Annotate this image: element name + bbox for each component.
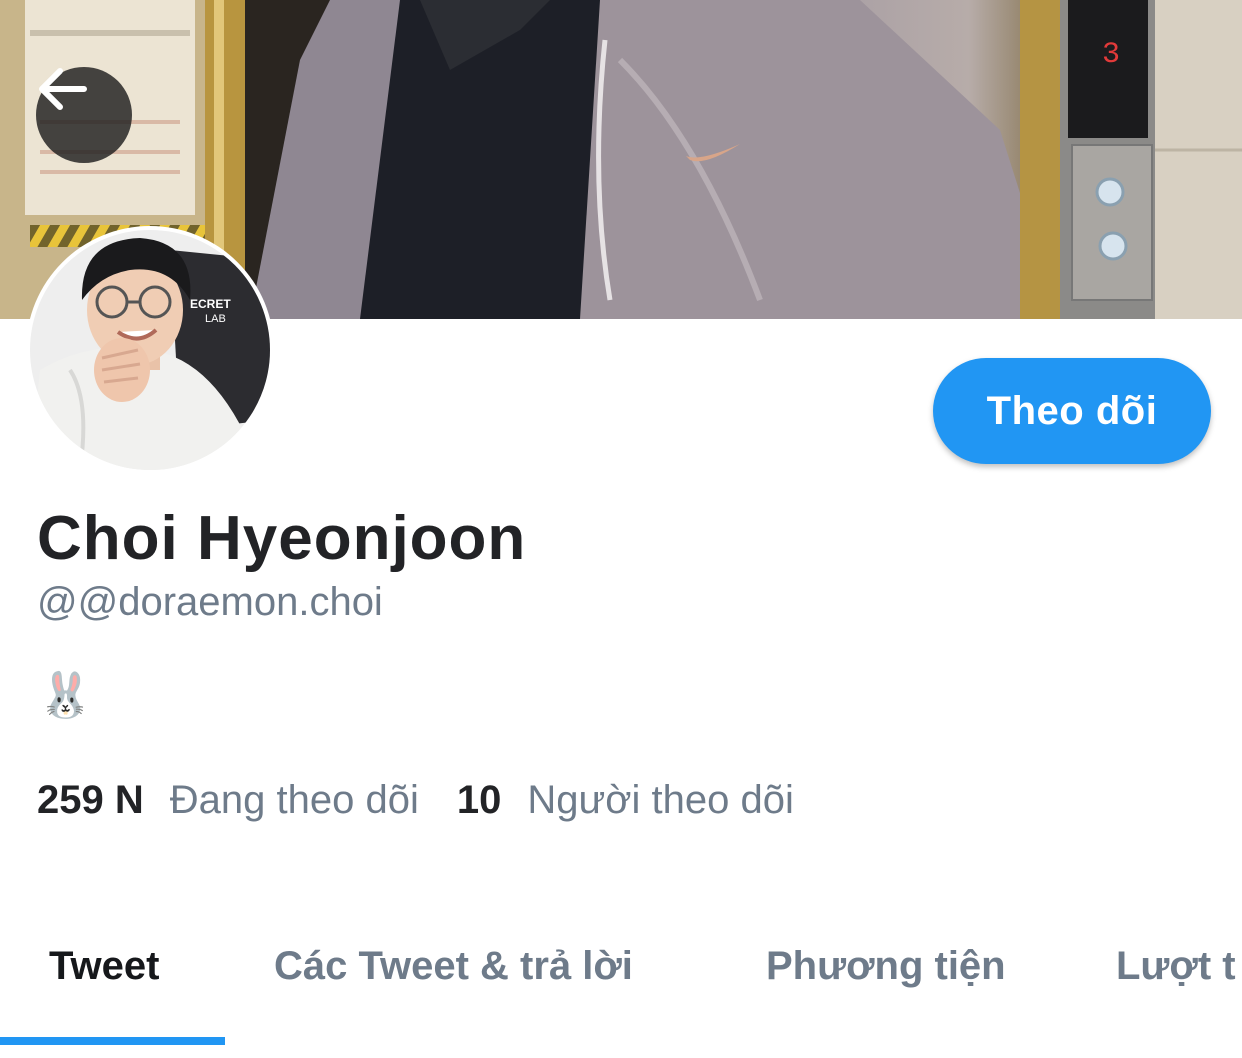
display-name: Choi Hyeonjoon	[37, 504, 527, 573]
follow-button[interactable]: Theo dõi	[933, 358, 1211, 464]
followers-label[interactable]: Người theo dõi	[527, 778, 793, 823]
tab-tweets[interactable]: Tweet	[49, 944, 159, 989]
arrow-left-icon	[39, 68, 87, 110]
profile-page: 3 ECRET LAB Theo dõi Choi Hyeonjoon @@do…	[0, 0, 1242, 1058]
bio-rabbit-emoji: 🐰	[38, 671, 93, 720]
tab-tweets-and-replies[interactable]: Các Tweet & trả lời	[274, 944, 633, 989]
following-count[interactable]: 259 N	[37, 778, 144, 823]
followers-count[interactable]: 10	[457, 778, 502, 823]
avatar-photo: ECRET LAB	[30, 230, 270, 470]
username-handle: @@doraemon.choi	[37, 580, 383, 624]
svg-text:LAB: LAB	[205, 313, 226, 325]
active-tab-indicator	[0, 1037, 225, 1045]
svg-text:ECRET: ECRET	[190, 297, 231, 311]
elevator-floor-display: 3	[1102, 38, 1120, 72]
following-label[interactable]: Đang theo dõi	[170, 778, 419, 823]
tab-likes[interactable]: Lượt t	[1116, 944, 1236, 989]
follow-stats: 259 N Đang theo dõi 10 Người theo dõi	[37, 778, 832, 823]
avatar[interactable]: ECRET LAB	[26, 226, 274, 474]
back-button[interactable]	[36, 67, 132, 163]
tab-media[interactable]: Phương tiện	[766, 944, 1006, 989]
